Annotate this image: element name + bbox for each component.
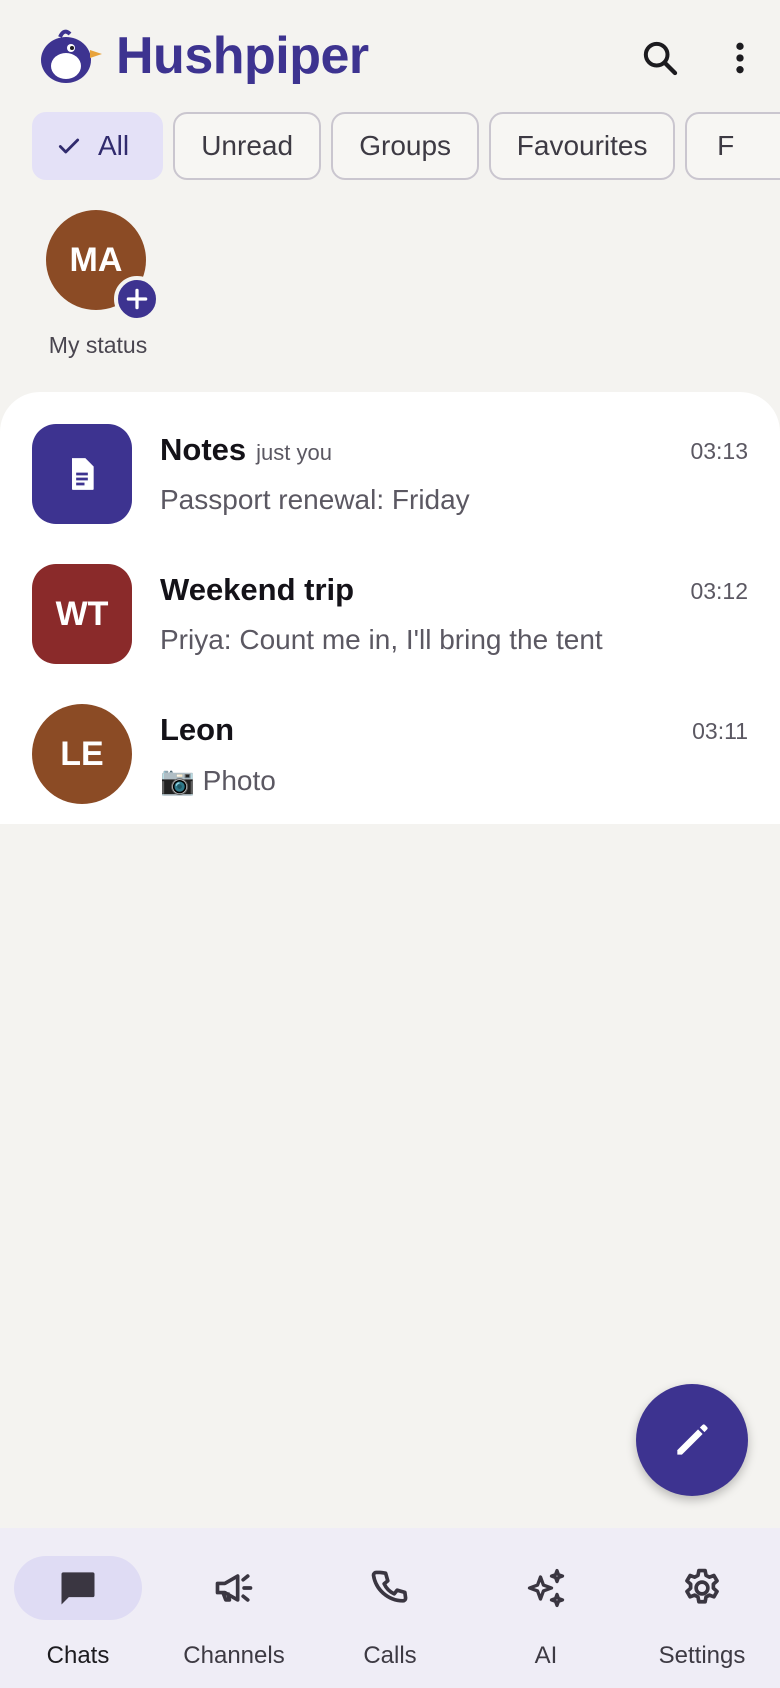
nav-label: AI [534, 1642, 558, 1669]
nav-indicator [326, 1556, 454, 1620]
chat-row-weekend-trip[interactable]: WT Weekend trip 03:12 Priya: Count me in… [0, 532, 780, 672]
status-label: My status [48, 332, 148, 358]
avatar: WT [32, 564, 132, 664]
chat-time: 03:13 [690, 438, 748, 464]
nav-label: Settings [658, 1642, 746, 1669]
chat-icon [61, 1572, 95, 1605]
chip-label: All [98, 130, 130, 161]
add-status-button[interactable] [114, 276, 160, 322]
chip-label: Unread [201, 130, 294, 161]
new-chat-button[interactable] [636, 1384, 748, 1496]
chat-title: Notes [160, 432, 247, 467]
nav-indicator [170, 1556, 298, 1620]
plus-icon [126, 288, 148, 310]
chat-title: Weekend trip [160, 572, 355, 607]
bird-logo-icon [41, 29, 102, 83]
megaphone-icon [215, 1574, 253, 1602]
chip-groups[interactable]: Groups [331, 112, 480, 180]
chat-name: Notes just you [160, 432, 332, 468]
nav-ai[interactable]: AI [468, 1528, 624, 1688]
check-icon [56, 133, 82, 159]
pencil-icon [677, 1424, 708, 1455]
sparkles-icon [527, 1568, 565, 1608]
chip-label: F [717, 130, 735, 161]
chat-preview: Priya: Count me in, I'll bring the tent [160, 624, 603, 655]
chat-row-leon[interactable]: LE Leon 03:11 📷 Photo [0, 672, 780, 812]
my-status[interactable]: MA My status [38, 210, 160, 360]
chat-preview: Passport renewal: Friday [160, 484, 470, 515]
avatar: LE [32, 704, 132, 804]
chip-unread[interactable]: Unread [173, 112, 322, 180]
search-icon [643, 41, 678, 76]
nav-calls[interactable]: Calls [312, 1528, 468, 1688]
chat-preview: 📷 Photo [160, 765, 276, 796]
search-button[interactable] [632, 30, 688, 86]
more-vert-icon [736, 42, 744, 74]
chat-list: Notes just you 03:13 Passport renewal: Fr… [0, 392, 780, 824]
filter-chips: All Unread Groups Favourites F [32, 112, 780, 180]
nav-indicator [482, 1556, 610, 1620]
nav-settings[interactable]: Settings [624, 1528, 780, 1688]
chip-favourites[interactable]: Favourites [489, 112, 676, 180]
chat-row-notes[interactable]: Notes just you 03:13 Passport renewal: Fr… [0, 392, 780, 532]
notes-avatar [32, 424, 132, 524]
nav-chats[interactable]: Chats [0, 1528, 156, 1688]
nav-label: Calls [363, 1642, 417, 1669]
chip-label: Groups [359, 130, 452, 161]
chat-time: 03:12 [690, 578, 748, 604]
chat-title: Leon [160, 712, 235, 747]
document-icon [72, 458, 94, 490]
chip-all[interactable]: All [32, 112, 164, 180]
chat-subtitle: just you [256, 440, 332, 465]
more-options-button[interactable] [712, 30, 768, 86]
nav-indicator [14, 1556, 142, 1620]
gear-icon [685, 1568, 719, 1604]
nav-indicator [638, 1556, 766, 1620]
chat-name: Weekend trip [160, 572, 354, 608]
chip-partial[interactable]: F [685, 112, 780, 180]
chat-time: 03:11 [692, 718, 748, 744]
chat-name: Leon [160, 712, 234, 748]
app-title: Hushpiper [116, 27, 369, 85]
phone-icon [371, 1570, 408, 1603]
chip-label: Favourites [516, 130, 648, 161]
nav-label: Chats [46, 1642, 110, 1669]
bottom-navigation: Chats Channels Calls AI Settings [0, 1528, 780, 1688]
nav-label: Channels [183, 1642, 285, 1669]
nav-channels[interactable]: Channels [156, 1528, 312, 1688]
app-header: Hushpiper [0, 0, 780, 108]
